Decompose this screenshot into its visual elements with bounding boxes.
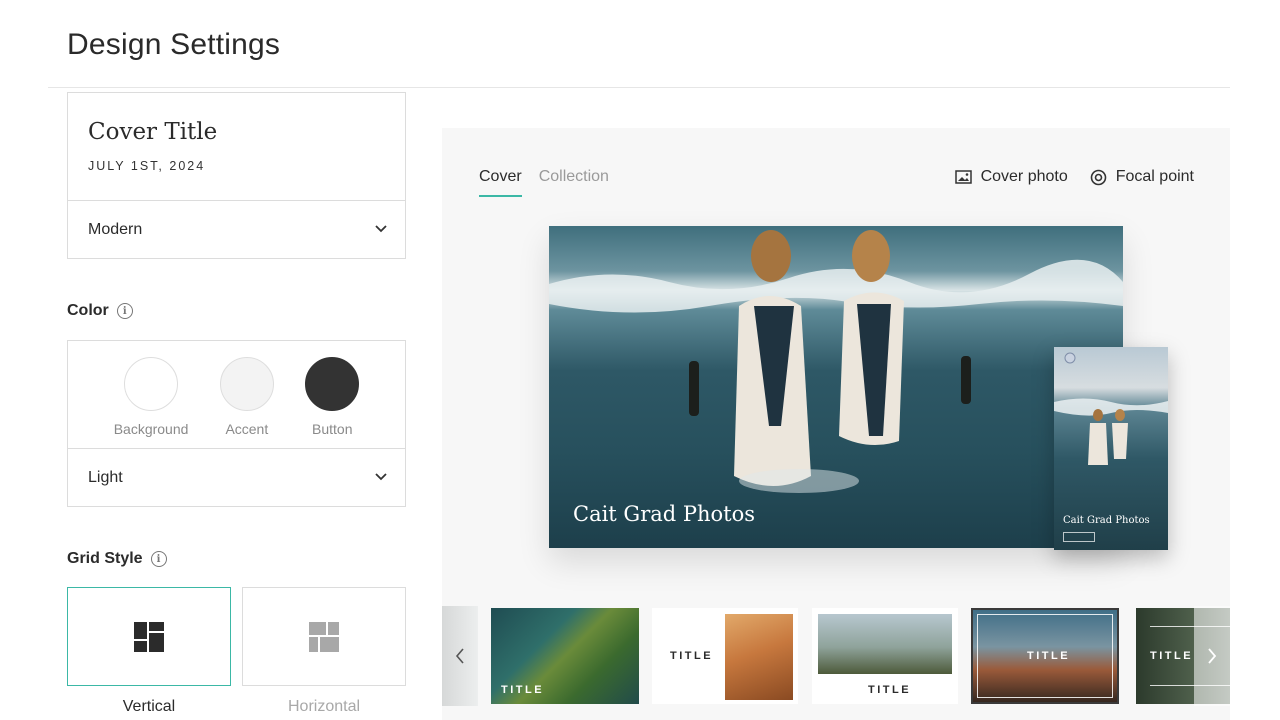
- cover-layout-thumb[interactable]: TITLE: [652, 608, 798, 704]
- grid-option-horizontal[interactable]: [242, 587, 406, 686]
- cover-layout-thumb[interactable]: TITLE: [971, 608, 1119, 704]
- page-title: Design Settings: [67, 28, 281, 61]
- focal-point-button[interactable]: Focal point: [1090, 168, 1194, 186]
- font-style-select[interactable]: Modern: [68, 201, 405, 259]
- theme-select[interactable]: Light: [68, 449, 405, 507]
- grid-option-vertical[interactable]: [67, 587, 231, 686]
- thumb-title: TITLE: [501, 684, 545, 696]
- cover-layout-thumb[interactable]: TITLE: [812, 608, 958, 704]
- theme-value: Light: [88, 469, 123, 486]
- font-style-value: Modern: [88, 221, 143, 238]
- thumb-title: TITLE: [1150, 650, 1194, 662]
- focal-point-label: Focal point: [1115, 168, 1194, 185]
- chevron-down-icon: [375, 225, 387, 235]
- thumb-title: TITLE: [868, 684, 912, 696]
- button-swatch[interactable]: Button: [305, 357, 360, 448]
- hero-photo: [549, 230, 1123, 493]
- cover-photo-label: Cover photo: [980, 168, 1068, 185]
- mobile-cover-preview: Cait Grad Photos: [1054, 347, 1168, 550]
- chevron-down-icon: [375, 473, 387, 483]
- swatch-label: Accent: [225, 421, 269, 437]
- cover-title-text: Cover Title: [88, 119, 218, 145]
- mobile-view-button: [1063, 532, 1095, 542]
- cover-layout-carousel: TITLE TITLE TITLE TITLE TITLE: [442, 606, 1230, 706]
- color-panel: Background Accent Button Light: [67, 340, 406, 507]
- color-label: Color: [67, 302, 109, 319]
- color-section-label: Color i: [67, 302, 133, 320]
- thumb-photo: [818, 614, 952, 674]
- cover-preview-area: Cover Collection Cover photo Focal point: [442, 128, 1230, 720]
- info-icon[interactable]: i: [116, 303, 133, 319]
- info-icon[interactable]: i: [150, 551, 167, 567]
- tab-collection[interactable]: Collection: [539, 168, 609, 197]
- background-swatch[interactable]: Background: [113, 357, 189, 448]
- focal-point-icon: [1090, 169, 1107, 185]
- mobile-title: Cait Grad Photos: [1063, 515, 1150, 526]
- accent-swatch[interactable]: Accent: [219, 357, 274, 448]
- background-color-dot[interactable]: [124, 357, 179, 411]
- chevron-left-icon: [455, 648, 464, 664]
- header-divider: [48, 87, 1230, 88]
- carousel-next-button[interactable]: [1194, 606, 1230, 706]
- color-swatches: Background Accent Button: [68, 341, 405, 449]
- hero-title: Cait Grad Photos: [573, 502, 756, 526]
- grid-style-section-label: Grid Style i: [67, 550, 167, 568]
- cover-photo-button[interactable]: Cover photo: [954, 168, 1068, 186]
- chevron-right-icon: [1208, 648, 1217, 664]
- thumb-title: TITLE: [1027, 650, 1071, 662]
- cover-title-panel: Cover Title JULY 1ST, 2024 Modern: [67, 92, 406, 259]
- cover-hero-preview: Cait Grad Photos: [549, 226, 1123, 548]
- vertical-grid-icon: [134, 621, 164, 652]
- button-color-dot[interactable]: [305, 357, 360, 411]
- swatch-label: Background: [113, 421, 189, 437]
- cover-date: JULY 1ST, 2024: [88, 159, 206, 173]
- thumb-photo: [725, 614, 793, 700]
- accent-color-dot[interactable]: [219, 357, 274, 411]
- grid-style-label: Grid Style: [67, 550, 143, 567]
- horizontal-grid-icon: [309, 621, 339, 652]
- grid-option-label: Vertical: [122, 698, 176, 715]
- carousel-prev-button[interactable]: [442, 606, 478, 706]
- cover-title-preview: Cover Title JULY 1ST, 2024: [68, 93, 405, 201]
- preview-tabs: Cover Collection: [479, 168, 609, 197]
- image-icon: [954, 170, 972, 184]
- tab-cover[interactable]: Cover: [479, 168, 522, 197]
- thumb-title: TITLE: [670, 650, 714, 662]
- cover-layout-thumb[interactable]: TITLE: [491, 608, 639, 704]
- swatch-label: Button: [312, 421, 353, 437]
- grid-option-label: Horizontal: [287, 698, 361, 715]
- preview-actions: Cover photo Focal point: [954, 168, 1194, 186]
